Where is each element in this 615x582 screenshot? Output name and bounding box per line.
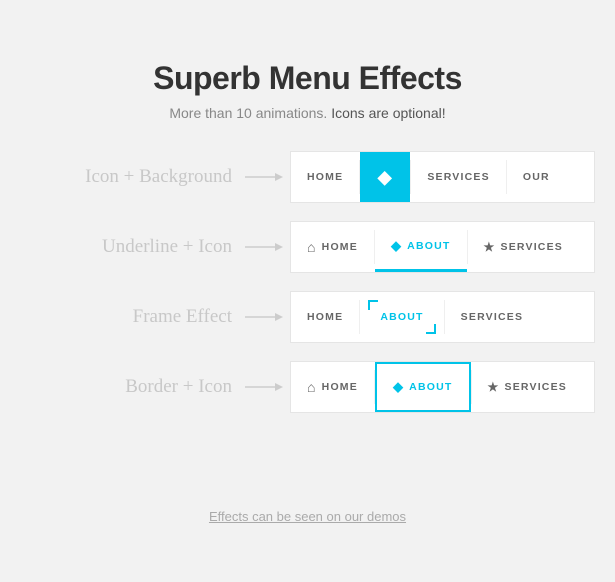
arrow-icon-2 <box>245 240 285 254</box>
nav-item-active[interactable]: ◆ ABOUT <box>375 222 467 272</box>
effect-row-2: Underline + Icon ⌂ HOME ◆ ABOUT <box>20 221 595 273</box>
preview-2: ⌂ HOME ◆ ABOUT ★ SERVICES <box>290 221 595 273</box>
nav-item[interactable]: ★ SERVICES <box>472 362 583 412</box>
page-title: Superb Menu Effects <box>153 60 462 97</box>
demos-link[interactable]: Effects can be seen on our demos <box>209 509 406 524</box>
nav-text: ABOUT <box>407 240 450 252</box>
nav-bar-1: HOME ◆ SERVICES OUR <box>290 151 595 203</box>
preview-3: HOME ABOUT SERVICES <box>290 291 595 343</box>
star-icon: ★ <box>488 380 500 394</box>
nav-bar-2: ⌂ HOME ◆ ABOUT ★ SERVICES <box>290 221 595 273</box>
effect-label-4: Border + Icon <box>20 376 240 398</box>
nav-text: ABOUT <box>409 381 452 393</box>
header-section: Superb Menu Effects More than 10 animati… <box>153 60 462 121</box>
label-text-3: Frame Effect <box>133 306 232 327</box>
nav-text: HOME <box>322 381 358 393</box>
preview-1: HOME ◆ SERVICES OUR <box>290 151 595 203</box>
nav-bar-4: ⌂ HOME ◆ ABOUT ★ SERVICES <box>290 361 595 413</box>
frame-corner-br <box>426 324 436 334</box>
diamond-icon: ◆ <box>378 167 393 188</box>
nav-item[interactable]: HOME <box>291 292 359 342</box>
nav-text: SERVICES <box>500 241 563 253</box>
preview-4: ⌂ HOME ◆ ABOUT ★ SERVICES <box>290 361 595 413</box>
nav-item[interactable]: SERVICES <box>445 292 540 342</box>
nav-item-active[interactable]: ◆ <box>360 152 410 202</box>
nav-item[interactable]: OUR <box>507 152 566 202</box>
frame-corner-tl <box>368 300 378 310</box>
nav-text: HOME <box>322 241 358 253</box>
nav-item[interactable]: HOME <box>291 152 359 202</box>
nav-text: SERVICES <box>504 381 567 393</box>
effect-label-3: Frame Effect <box>20 306 240 328</box>
arrow-4 <box>240 380 290 394</box>
arrow-1 <box>240 170 290 184</box>
subtitle: More than 10 animations. Icons are optio… <box>153 105 462 121</box>
star-icon: ★ <box>484 240 496 254</box>
subtitle-emphasis: Icons are optional! <box>331 105 445 121</box>
diamond-icon: ◆ <box>391 238 402 254</box>
effect-row-1: Icon + Background HOME ◆ SERVICES <box>20 151 595 203</box>
home-icon: ⌂ <box>307 239 317 255</box>
subtitle-plain: More than 10 animations. <box>169 105 331 121</box>
nav-text: OUR <box>523 171 550 183</box>
arrow-icon-3 <box>245 310 285 324</box>
effect-label-1: Icon + Background <box>20 166 240 188</box>
nav-item-active[interactable]: ◆ ABOUT <box>375 362 471 412</box>
arrow-icon-1 <box>245 170 285 184</box>
effect-row-3: Frame Effect HOME ABOUT SE <box>20 291 595 343</box>
nav-item[interactable]: ★ SERVICES <box>468 222 579 272</box>
nav-text: HOME <box>307 171 343 183</box>
effect-label-2: Underline + Icon <box>20 236 240 258</box>
nav-text: SERVICES <box>461 311 524 323</box>
home-icon: ⌂ <box>307 379 317 395</box>
arrow-3 <box>240 310 290 324</box>
nav-text: ABOUT <box>380 311 423 323</box>
label-text-1: Icon + Background <box>85 166 232 187</box>
arrow-2 <box>240 240 290 254</box>
nav-item[interactable]: SERVICES <box>411 152 506 202</box>
nav-item[interactable]: ⌂ HOME <box>291 222 374 272</box>
effect-row-4: Border + Icon ⌂ HOME ◆ ABOUT <box>20 361 595 413</box>
diamond-icon: ◆ <box>393 379 404 395</box>
effects-list: Icon + Background HOME ◆ SERVICES <box>0 151 615 423</box>
nav-item-active[interactable]: ABOUT <box>360 292 443 342</box>
nav-text: SERVICES <box>427 171 490 183</box>
nav-item[interactable]: ⌂ HOME <box>291 362 374 412</box>
nav-text: HOME <box>307 311 343 323</box>
footer-section: Effects can be seen on our demos <box>209 423 406 582</box>
nav-bar-3: HOME ABOUT SERVICES <box>290 291 595 343</box>
label-text-4: Border + Icon <box>125 376 232 397</box>
arrow-icon-4 <box>245 380 285 394</box>
label-text-2: Underline + Icon <box>102 236 232 257</box>
